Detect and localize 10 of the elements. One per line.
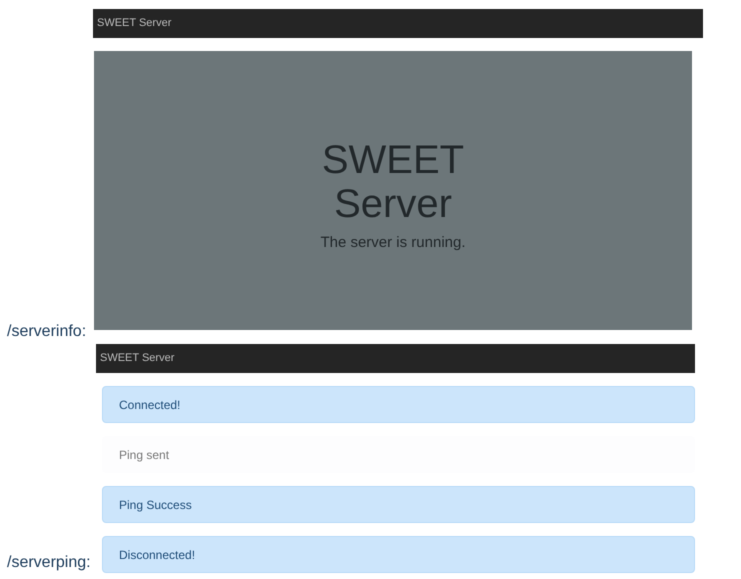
alert-message: Connected! [102, 386, 695, 423]
navbar-title: SWEET Server [93, 9, 703, 38]
alert-message: Ping Success [102, 486, 695, 523]
section-label: /serverping: [6, 555, 92, 571]
heading: SWEET [322, 138, 464, 182]
status-text: The server is running. [320, 233, 466, 254]
heading: Server [333, 182, 453, 226]
section-label: /serverinfo: [6, 324, 88, 340]
alert-message: Disconnected! [102, 536, 695, 573]
navbar-title: SWEET Server [96, 344, 695, 373]
